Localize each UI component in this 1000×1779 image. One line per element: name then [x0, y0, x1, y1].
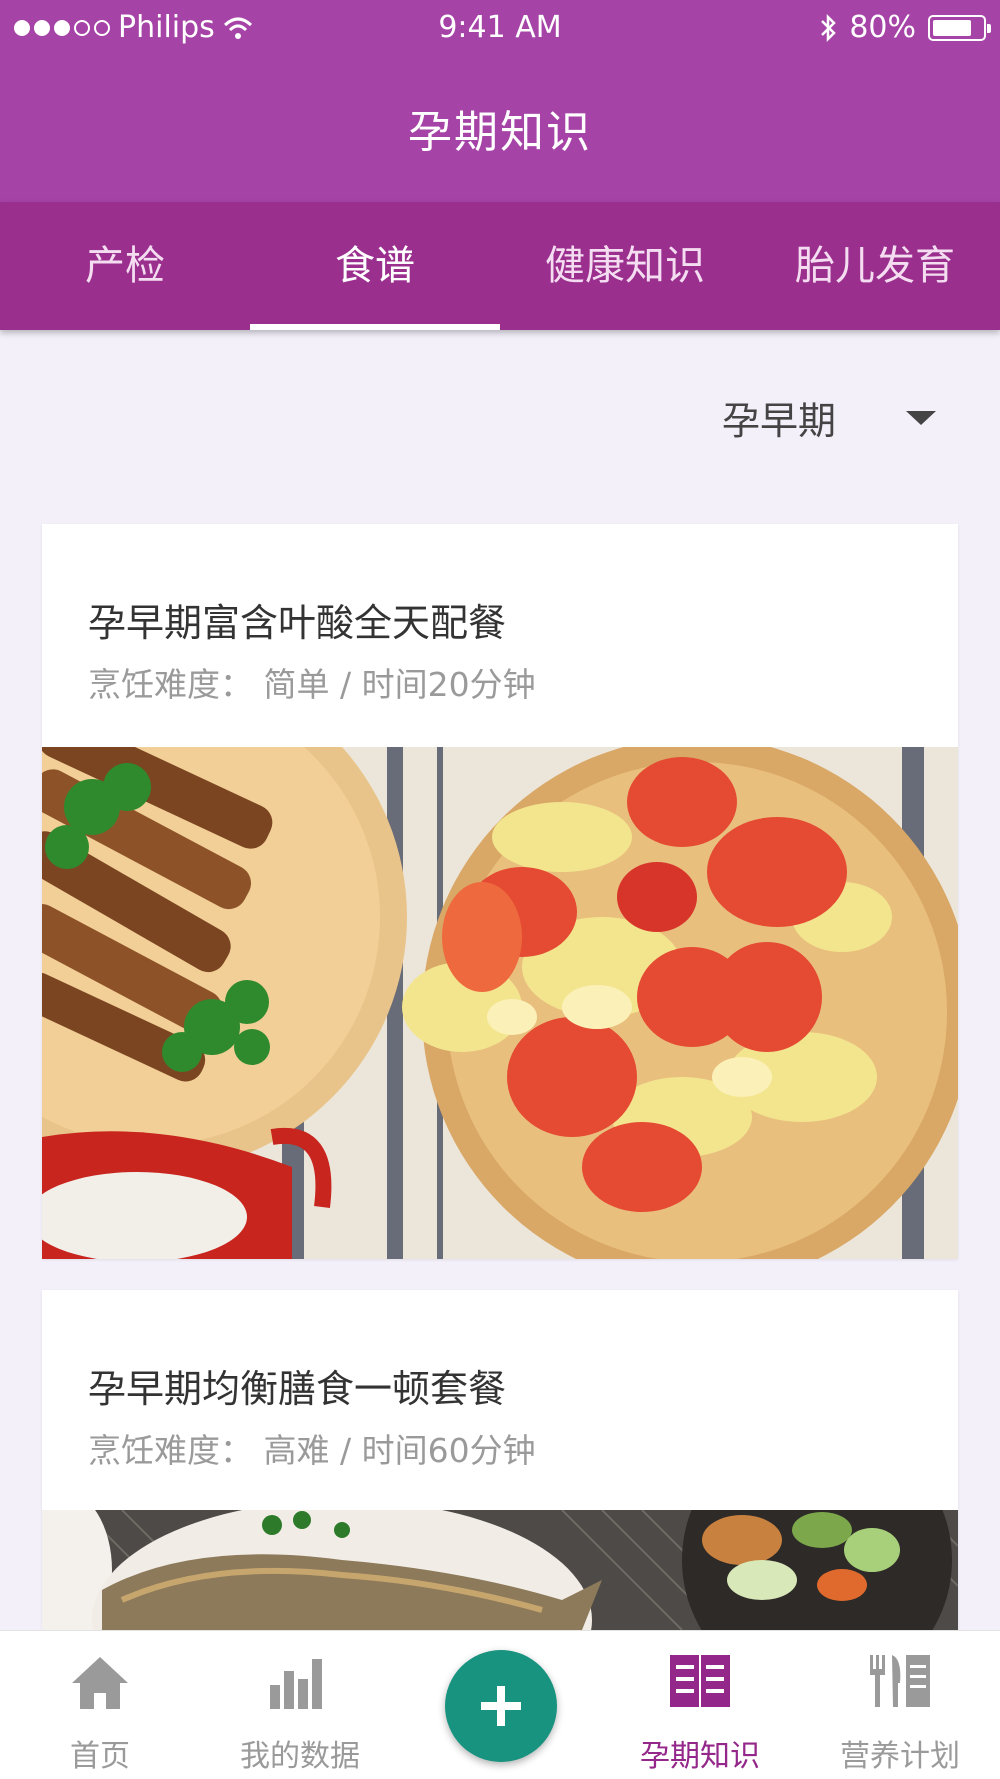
recipe-meta: 烹饪难度： 简单 / 时间20分钟: [88, 665, 536, 704]
utensils-icon: [800, 1653, 1000, 1723]
tab-checkup[interactable]: 产检: [0, 202, 250, 330]
add-button[interactable]: [445, 1650, 557, 1762]
battery-percent: 80%: [849, 10, 916, 45]
recipe-meta: 烹饪难度： 高难 / 时间60分钟: [88, 1431, 536, 1470]
page-title: 孕期知识: [408, 107, 592, 158]
dropdown-caret-icon: [906, 410, 936, 425]
nav-label: 首页: [70, 1739, 130, 1774]
tab-label: 健康知识: [545, 243, 705, 289]
stage-dropdown[interactable]: 孕早期: [722, 390, 936, 445]
nav-label: 孕期知识: [640, 1739, 760, 1774]
tab-label: 胎儿发育: [795, 243, 955, 289]
nav-label: 我的数据: [240, 1739, 360, 1774]
tab-health-knowledge[interactable]: 健康知识: [500, 202, 750, 330]
recipe-card[interactable]: 孕早期富含叶酸全天配餐 烹饪难度： 简单 / 时间20分钟: [42, 524, 958, 1259]
nav-my-data[interactable]: 我的数据: [200, 1631, 400, 1779]
status-right: 80%: [819, 10, 991, 45]
recipe-title: 孕早期均衡膳食一顿套餐: [88, 1367, 507, 1411]
bar-chart-icon: [200, 1653, 400, 1723]
status-bar: Philips 9:41 AM 80%: [0, 0, 1000, 56]
category-tabs: 产检 食谱 健康知识 胎儿发育: [0, 202, 1000, 330]
recipe-photo: [42, 1510, 958, 1630]
nav-home[interactable]: 首页: [0, 1631, 200, 1779]
tab-fetal-development[interactable]: 胎儿发育: [750, 202, 1000, 330]
recipe-card[interactable]: 孕早期均衡膳食一顿套餐 烹饪难度： 高难 / 时间60分钟: [42, 1290, 958, 1630]
nav-pregnancy-knowledge[interactable]: 孕期知识: [600, 1631, 800, 1779]
battery-icon: [928, 14, 991, 41]
active-tab-indicator: [250, 324, 500, 330]
nav-nutrition-plan[interactable]: 营养计划: [800, 1631, 1000, 1779]
nav-label: 营养计划: [840, 1739, 960, 1774]
recipe-photo: [42, 747, 958, 1259]
stage-dropdown-value: 孕早期: [721, 399, 836, 443]
home-icon: [0, 1653, 200, 1723]
bluetooth-icon: [821, 13, 837, 42]
app-header: 孕期知识: [0, 56, 1000, 202]
tab-label: 食谱: [335, 243, 415, 289]
knowledge-book-icon: [600, 1653, 800, 1723]
tab-label: 产检: [85, 243, 165, 289]
tab-recipes[interactable]: 食谱: [250, 202, 500, 330]
plus-icon: [481, 1686, 521, 1726]
recipe-title: 孕早期富含叶酸全天配餐: [88, 601, 507, 645]
